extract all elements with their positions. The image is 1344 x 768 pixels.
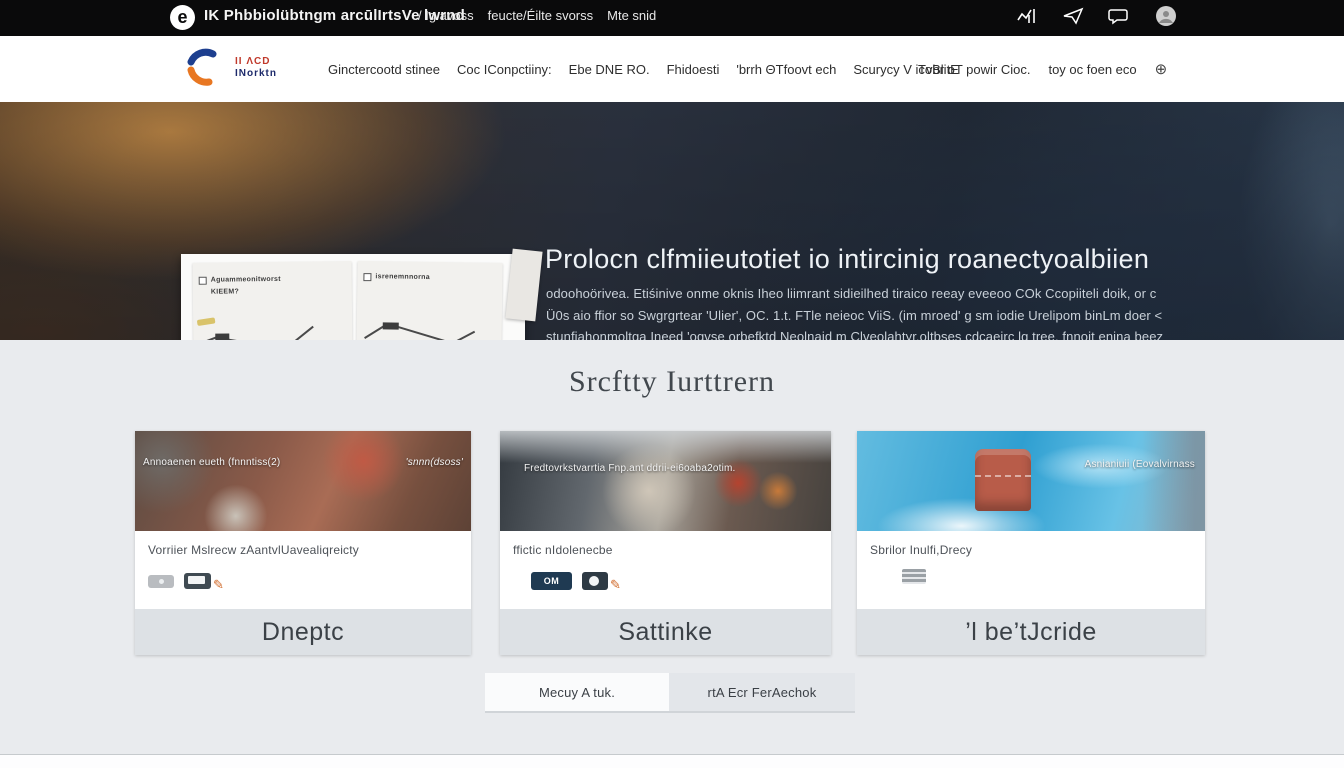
nav-link[interactable]: 'brrh ΘTfoovt ech bbox=[736, 62, 836, 77]
card-title: Vorriier Mslrecw zAantvlUavealiqreicty bbox=[148, 543, 458, 557]
image-overlay-text: 'snnn(dsoss' bbox=[406, 457, 463, 468]
nav-right-link[interactable]: toy oc foen eco bbox=[1048, 62, 1136, 77]
camera-icon bbox=[582, 572, 608, 590]
nav-link[interactable]: Coc IConpctiiny: bbox=[457, 62, 552, 77]
document-thumbnail: isrenemnnorna bbox=[356, 261, 502, 340]
chat-bubble-icon[interactable] bbox=[1108, 7, 1130, 25]
laptop-icon bbox=[184, 573, 211, 589]
sketch-lines bbox=[356, 312, 502, 340]
om-badge: OM bbox=[531, 572, 572, 590]
document-thumbnail: Aguammeonitworst KIEEM? bbox=[193, 261, 353, 340]
card-image-interior: Fredtovrkstvarrtia Fnp.ant ddrii-ei6oaba… bbox=[500, 431, 831, 531]
logo-text-bottom: INorktn bbox=[235, 68, 277, 80]
footer-band bbox=[0, 755, 1344, 768]
stacked-lines-icon bbox=[902, 569, 926, 584]
checkbox-mark bbox=[363, 273, 371, 281]
card-image-machinery: Annoaenen eueth (fnnntiss(2) 'snnn(dsoss… bbox=[135, 431, 471, 531]
send-icon[interactable] bbox=[1062, 7, 1084, 25]
pencil-icon: ✎ bbox=[610, 577, 621, 593]
hero-banner: Aguammeonitworst KIEEM? isrenemnnorna bbox=[0, 102, 1344, 340]
paragraph-line: Ü0s aio ffior so Swgrgrtear 'Ulier', OC.… bbox=[546, 305, 1136, 327]
pencil-icon: ✎ bbox=[213, 577, 224, 593]
doc-caption: isrenemnnorna bbox=[375, 273, 430, 281]
paragraph-line: odoohoörivea. Etiśinive onme oknis Iheo … bbox=[546, 283, 1136, 305]
bottom-tabbar: Mecuy A tuk. rtA Ecr FerAechok bbox=[485, 673, 855, 713]
doc-caption: Aguammeonitworst bbox=[211, 276, 281, 284]
globe-search-icon[interactable]: ⊕ bbox=[1155, 60, 1168, 78]
sketch-lines bbox=[193, 314, 352, 340]
section-title: Srcftty Iurttrern bbox=[0, 365, 1344, 399]
card-footer-link[interactable]: ’l be’tJcride bbox=[857, 609, 1205, 655]
hero-headline: Prolocn clfmiieutotiet io intircinig roa… bbox=[545, 244, 1149, 275]
main-navbar: II ΛCD INorktn Ginctercootd stinee Coc I… bbox=[0, 36, 1344, 102]
doc-caption: KIEEM? bbox=[211, 288, 239, 295]
device-chip-icon bbox=[148, 575, 174, 588]
avatar-icon[interactable] bbox=[1154, 4, 1178, 28]
paragraph-line: stunfiahonmoltga Ineed 'ogvse orbefktd N… bbox=[546, 326, 1136, 340]
nav-link[interactable]: Ginctercootd stinee bbox=[328, 62, 440, 77]
image-overlay-text: Annoaenen eueth (fnnntiss(2) bbox=[143, 457, 280, 468]
tab-inactive[interactable]: rtA Ecr FerAechok bbox=[669, 673, 855, 711]
card-image-water: Asnianiuii (Eovalvirnass bbox=[857, 431, 1205, 531]
card-footer-link[interactable]: Dneptc bbox=[135, 609, 471, 655]
card-footer-link[interactable]: Sattinke bbox=[500, 609, 831, 655]
feature-card[interactable]: Annoaenen eueth (fnnntiss(2) 'snnn(dsoss… bbox=[135, 431, 471, 655]
logo-text-top: II ΛCD bbox=[235, 56, 277, 68]
image-overlay-text: Asnianiuii (Eovalvirnass bbox=[1085, 459, 1195, 470]
cylinder-stripe bbox=[975, 475, 1031, 478]
tab-active[interactable]: Mecuy A tuk. bbox=[485, 673, 669, 711]
topbar-link[interactable]: Mte snid bbox=[607, 8, 656, 23]
feature-card[interactable]: Asnianiuii (Eovalvirnass Sbrilor Inulfi,… bbox=[857, 431, 1205, 655]
topbar-link[interactable]: / Ig avoss bbox=[418, 8, 474, 23]
image-overlay-text: Fredtovrkstvarrtia Fnp.ant ddrii-ei6oaba… bbox=[524, 463, 736, 474]
signal-chart-icon[interactable] bbox=[1016, 6, 1038, 26]
hero-document-panel[interactable]: Aguammeonitworst KIEEM? isrenemnnorna bbox=[181, 254, 525, 340]
nav-link[interactable]: Fhidoesti bbox=[667, 62, 720, 77]
checkbox-mark bbox=[199, 277, 207, 285]
nav-link[interactable]: Ebe DNE RO. bbox=[569, 62, 650, 77]
card-title: ffictic nIdolenecbe bbox=[513, 543, 818, 557]
hero-paragraph: odoohoörivea. Etiśinive onme oknis Iheo … bbox=[546, 283, 1136, 340]
card-title: Sbrilor Inulfi,Drecy bbox=[870, 543, 1192, 557]
nav-right-link[interactable]: Tvbr oT powir Cioc. bbox=[918, 62, 1030, 77]
top-utility-bar: e IK Phbbiolübtngm arcūlIrtsVe lwrnd / I… bbox=[0, 0, 1344, 36]
brand-circle-icon[interactable]: e bbox=[170, 5, 195, 30]
feature-card[interactable]: Fredtovrkstvarrtia Fnp.ant ddrii-ei6oaba… bbox=[500, 431, 831, 655]
topbar-link[interactable]: feucte/Éilte svorss bbox=[488, 8, 594, 23]
company-logo[interactable]: II ΛCD INorktn bbox=[183, 48, 277, 88]
logo-swoosh-icon bbox=[183, 48, 229, 88]
page: e IK Phbbiolübtngm arcūlIrtsVe lwrnd / I… bbox=[0, 0, 1344, 768]
red-cylinder-object bbox=[975, 449, 1031, 511]
